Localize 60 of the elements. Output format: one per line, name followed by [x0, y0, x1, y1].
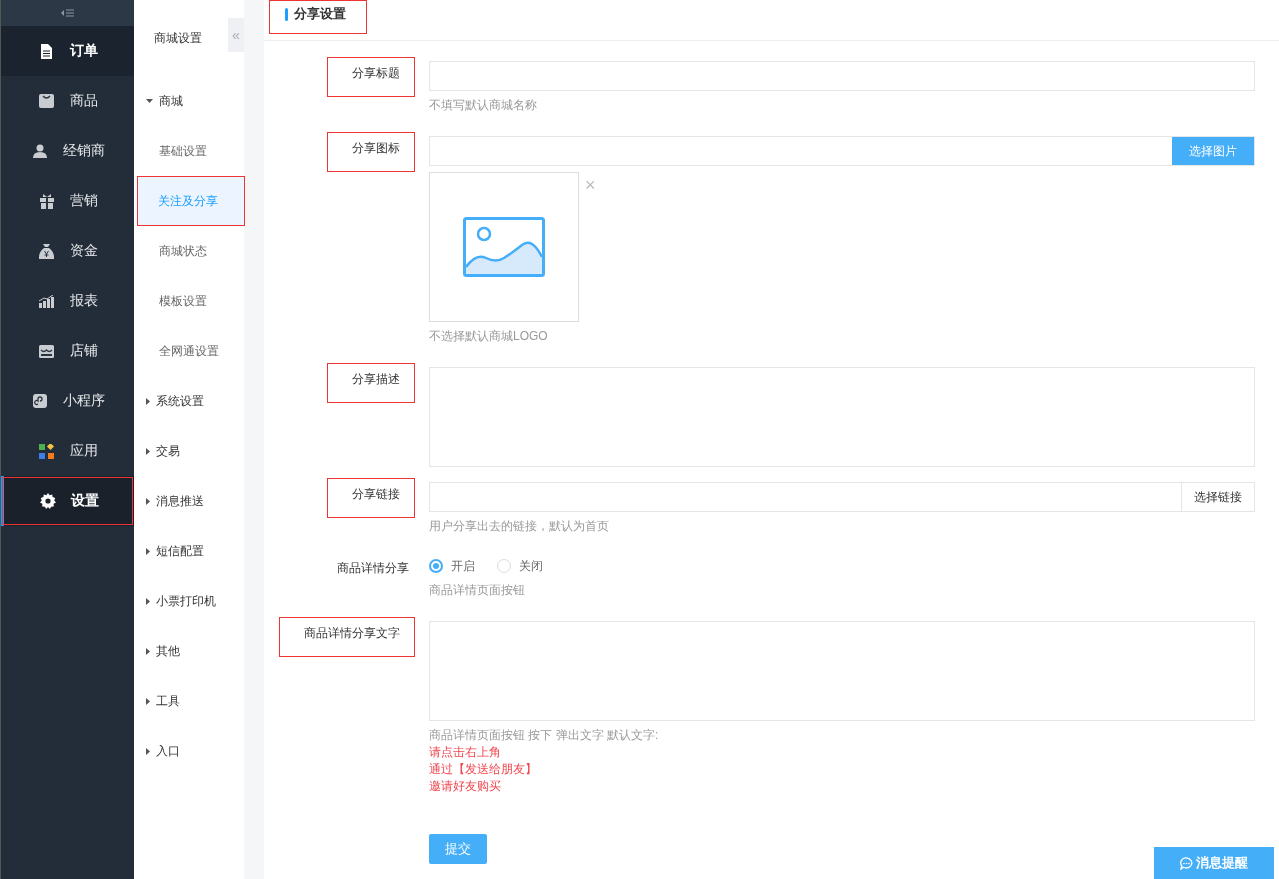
- nav-item[interactable]: 小程序: [1, 376, 134, 426]
- menu-group[interactable]: 小票打印机: [134, 576, 244, 626]
- field-label: 商品详情分享文字: [279, 617, 415, 657]
- menu-item[interactable]: 基础设置: [134, 126, 244, 176]
- chat-bubble-icon: [1180, 856, 1193, 870]
- text-area[interactable]: [429, 621, 1255, 721]
- field-label: 分享描述: [327, 363, 415, 403]
- nav-item[interactable]: 设置: [1, 476, 134, 526]
- help-text: 用户分享出去的链接，默认为首页: [429, 518, 610, 535]
- nav-item[interactable]: 应用: [1, 426, 134, 476]
- image-icon: [463, 217, 545, 277]
- nav-item[interactable]: 订单: [1, 26, 134, 76]
- menu-group[interactable]: 工具: [134, 676, 244, 726]
- menu-item[interactable]: 模板设置: [134, 276, 244, 326]
- help-text: 不选择默认商城LOGO: [429, 328, 549, 345]
- menu-group[interactable]: 入口: [134, 726, 244, 776]
- nav-item[interactable]: 商品: [1, 76, 134, 126]
- nav-item[interactable]: 店铺: [1, 326, 134, 376]
- field-label: 商品详情分享: [337, 560, 409, 577]
- help-text: 商品详情页面按钮 按下 弹出文字 默认文字:: [429, 727, 660, 744]
- apps-icon: [39, 443, 54, 459]
- user-icon: [32, 144, 47, 158]
- menu-group[interactable]: 短信配置: [134, 526, 244, 576]
- nav-item[interactable]: 报表: [1, 276, 134, 326]
- help-text: 商品详情页面按钮: [429, 582, 526, 599]
- menu-item[interactable]: 商城状态: [134, 226, 244, 276]
- bar-chart-icon: [39, 294, 54, 308]
- radio-button[interactable]: [429, 559, 443, 573]
- menu-item[interactable]: 全网通设置: [134, 326, 244, 376]
- store-icon: [39, 344, 54, 358]
- menu-group[interactable]: 其他: [134, 626, 244, 676]
- help-text: 请点击右上角: [429, 744, 502, 761]
- menu-group[interactable]: 系统设置: [134, 376, 244, 426]
- menu-group[interactable]: 消息推送: [134, 476, 244, 526]
- input-field[interactable]: 选择链接: [429, 482, 1255, 512]
- field-label: 分享标题: [327, 57, 415, 97]
- radio-option[interactable]: 开启: [429, 557, 475, 575]
- field-label: 分享图标: [327, 132, 415, 172]
- gift-icon: [39, 193, 54, 209]
- help-text: 不填写默认商城名称: [429, 97, 538, 114]
- nav-item[interactable]: 经销商: [1, 126, 134, 176]
- mini-program-icon: [32, 394, 47, 408]
- menu-group[interactable]: 交易: [134, 426, 244, 476]
- nav-item[interactable]: 资金: [1, 226, 134, 276]
- page-title: 分享设置: [294, 5, 346, 23]
- image-placeholder[interactable]: [429, 172, 579, 322]
- bag-icon: [39, 94, 54, 108]
- settings-icon: [40, 493, 56, 509]
- nav-item[interactable]: 营销: [1, 176, 134, 226]
- help-text: 通过【发送给朋友】: [429, 761, 538, 778]
- text-area[interactable]: [429, 367, 1255, 467]
- panel-title: 商城设置: [154, 29, 202, 47]
- field-label: 分享链接: [327, 478, 415, 518]
- document-icon: [40, 43, 53, 59]
- collapse-menu-icon[interactable]: [61, 9, 74, 17]
- money-bag-icon: [39, 243, 54, 259]
- help-text: 邀请好友购买: [429, 778, 502, 795]
- radio-option[interactable]: 关闭: [497, 557, 543, 575]
- menu-group[interactable]: 商城: [134, 76, 244, 126]
- input-field[interactable]: [429, 61, 1255, 91]
